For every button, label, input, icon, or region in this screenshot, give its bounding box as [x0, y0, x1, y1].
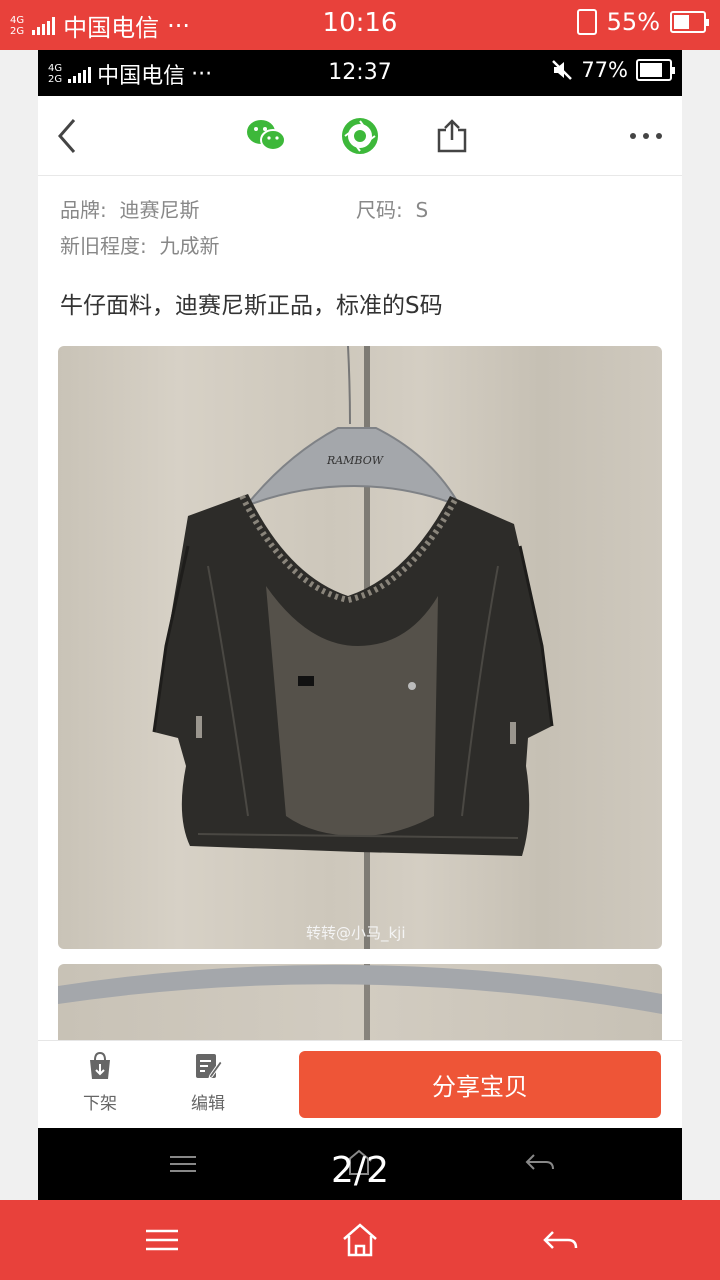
back-icon[interactable] [46, 114, 90, 158]
share-icon[interactable] [430, 114, 474, 158]
more-icon[interactable] [624, 114, 668, 158]
battery-percent: 77% [581, 58, 628, 82]
item-description: 牛仔面料，迪赛尼斯正品，标准的S码 [60, 293, 443, 319]
moments-icon[interactable] [338, 114, 382, 158]
delist-button[interactable]: 下架 [60, 1051, 140, 1114]
wechat-icon[interactable] [244, 114, 288, 158]
bag-icon [90, 1051, 110, 1079]
inner-nav-bar: 2/2 [38, 1128, 682, 1200]
outer-status-bar: 4G 2G 中国电信 ··· 10:16 55% [0, 0, 720, 50]
edit-icon [196, 1054, 223, 1079]
brand-row: 品牌: 迪赛尼斯 [60, 198, 200, 222]
home-icon[interactable] [340, 1220, 380, 1260]
vibrate-icon [576, 9, 597, 35]
action-bar: 下架 编辑 分享宝贝 [38, 1040, 682, 1128]
menu-icon[interactable] [142, 1220, 182, 1260]
condition-value: 九成新 [159, 234, 220, 258]
size-row: 尺码: S [356, 198, 429, 222]
inner-status-bar: 4G 2G 中国电信 ··· 12:37 77% [38, 50, 682, 96]
page-counter: 2/2 [331, 1150, 389, 1191]
mute-icon [551, 59, 573, 81]
svg-text:RAMBOW: RAMBOW [326, 454, 385, 467]
share-item-button[interactable]: 分享宝贝 [299, 1051, 661, 1118]
battery-icon [636, 59, 675, 81]
back-nav-icon[interactable] [540, 1220, 580, 1260]
photo-watermark: 转转@小马_kji [306, 924, 406, 942]
brand-value: 迪赛尼斯 [119, 198, 200, 222]
outer-nav-bar [0, 1200, 720, 1280]
item-photo-2[interactable] [58, 964, 662, 1044]
app-header [38, 96, 682, 176]
screenshot-frame-left [0, 50, 38, 1200]
item-photo[interactable]: RAMBOW 转转@小马_kji [58, 346, 662, 949]
size-value: S [415, 198, 429, 222]
condition-row: 新旧程度: 九成新 [60, 234, 220, 258]
edit-button[interactable]: 编辑 [168, 1051, 248, 1114]
screenshot-frame-right [682, 50, 720, 1200]
battery-percent: 55% [606, 8, 660, 36]
battery-icon [670, 11, 709, 33]
